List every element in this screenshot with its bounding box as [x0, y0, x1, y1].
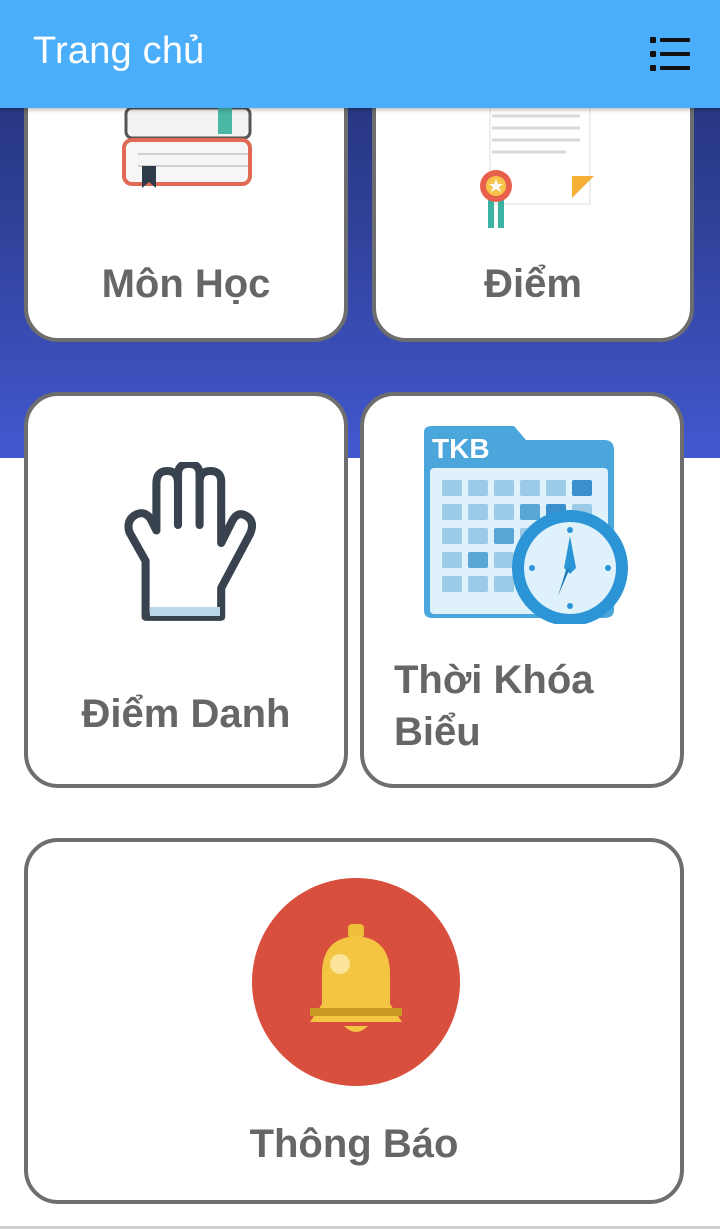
- timetable-calendar-icon: TKB: [424, 426, 628, 624]
- tile-subjects-label: Môn Học: [101, 262, 271, 306]
- tile-notifications[interactable]: Thông Báo: [24, 838, 684, 1204]
- tile-attendance[interactable]: Điểm Danh: [24, 392, 348, 788]
- tile-timetable-label: Thời Khóa Biểu: [394, 658, 594, 754]
- hand-glove-icon: [124, 462, 256, 621]
- list-menu-icon[interactable]: [648, 34, 692, 74]
- tile-notifications-label: Thông Báo: [249, 1122, 459, 1166]
- bell-icon: [252, 878, 460, 1086]
- app-header: Trang chủ: [0, 0, 720, 108]
- certificate-icon: [480, 94, 594, 228]
- tile-grades-label: Điểm: [484, 262, 582, 306]
- tile-attendance-label: Điểm Danh: [81, 692, 291, 736]
- page-title: Trang chủ: [33, 30, 205, 72]
- tile-timetable[interactable]: TKB Thời Khóa Biểu: [360, 392, 684, 788]
- timetable-icon-text: TKB: [432, 433, 490, 464]
